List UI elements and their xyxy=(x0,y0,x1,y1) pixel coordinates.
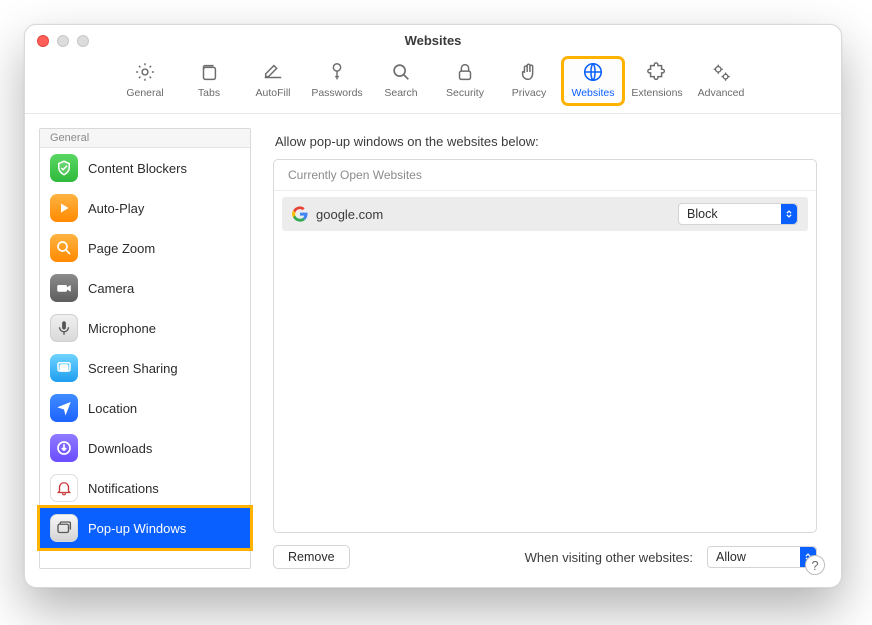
toolbar-label: Privacy xyxy=(512,87,546,99)
gear-icon xyxy=(132,61,158,83)
google-favicon-icon xyxy=(292,206,308,222)
microphone-icon xyxy=(50,314,78,342)
remove-button[interactable]: Remove xyxy=(273,545,350,569)
sidebar-item-page-zoom[interactable]: Page Zoom xyxy=(40,228,250,268)
website-domain: google.com xyxy=(316,207,383,222)
traffic-lights xyxy=(37,35,89,47)
website-row[interactable]: google.com Block xyxy=(282,197,808,231)
toolbar-security[interactable]: Security xyxy=(436,59,494,103)
default-policy-select[interactable]: Allow xyxy=(707,546,817,568)
close-window-button[interactable] xyxy=(37,35,49,47)
shield-check-icon xyxy=(50,154,78,182)
toolbar-label: Websites xyxy=(572,87,615,99)
sidebar-item-label: Location xyxy=(88,401,137,416)
sidebar-item-popup-windows[interactable]: Pop-up Windows xyxy=(40,508,250,548)
search-icon xyxy=(388,61,414,83)
toolbar-label: Advanced xyxy=(698,87,745,99)
toolbar-label: Tabs xyxy=(198,87,220,99)
sidebar-item-label: Downloads xyxy=(88,441,152,456)
toolbar-extensions[interactable]: Extensions xyxy=(628,59,686,103)
zoom-window-button[interactable] xyxy=(77,35,89,47)
toolbar-advanced[interactable]: Advanced xyxy=(692,59,750,103)
download-icon xyxy=(50,434,78,462)
zoom-icon xyxy=(50,234,78,262)
remove-button-label: Remove xyxy=(288,550,335,564)
location-icon xyxy=(50,394,78,422)
sidebar-section-header: General xyxy=(40,129,250,148)
tabs-icon xyxy=(196,61,222,83)
sidebar-item-content-blockers[interactable]: Content Blockers xyxy=(40,148,250,188)
sidebar-item-label: Pop-up Windows xyxy=(88,521,186,536)
puzzle-icon xyxy=(644,61,670,83)
camera-icon xyxy=(50,274,78,302)
screen-share-icon xyxy=(50,354,78,382)
website-cell: google.com xyxy=(292,206,678,222)
toolbar-label: Passwords xyxy=(311,87,362,99)
sidebar-item-notifications[interactable]: Notifications xyxy=(40,468,250,508)
toolbar-websites[interactable]: Websites xyxy=(564,59,622,103)
toolbar-label: General xyxy=(126,87,163,99)
pencil-icon xyxy=(260,61,286,83)
chevron-updown-icon xyxy=(781,204,797,224)
globe-icon xyxy=(580,61,606,83)
panel-heading: Allow pop-up windows on the websites bel… xyxy=(275,134,815,149)
help-button[interactable]: ? xyxy=(805,555,825,575)
sidebar-item-screen-sharing[interactable]: Screen Sharing xyxy=(40,348,250,388)
websites-listbox: Currently Open Websites google.com xyxy=(273,159,817,533)
sidebar-item-label: Page Zoom xyxy=(88,241,155,256)
sidebar-item-label: Auto-Play xyxy=(88,201,144,216)
toolbar-privacy[interactable]: Privacy xyxy=(500,59,558,103)
panel-footer: Remove When visiting other websites: All… xyxy=(273,545,817,569)
content-area: General Content Blockers Auto-Play xyxy=(25,114,841,587)
hand-icon xyxy=(516,61,542,83)
sidebar-item-label: Content Blockers xyxy=(88,161,187,176)
window-title: Websites xyxy=(25,33,841,48)
minimize-window-button[interactable] xyxy=(57,35,69,47)
toolbar-label: Search xyxy=(384,87,417,99)
sidebar-item-camera[interactable]: Camera xyxy=(40,268,250,308)
toolbar-search[interactable]: Search xyxy=(372,59,430,103)
sidebar-item-auto-play[interactable]: Auto-Play xyxy=(40,188,250,228)
toolbar-general[interactable]: General xyxy=(116,59,174,103)
sidebar-item-downloads[interactable]: Downloads xyxy=(40,428,250,468)
help-glyph: ? xyxy=(811,558,818,573)
toolbar-label: Security xyxy=(446,87,484,99)
sidebar-item-label: Microphone xyxy=(88,321,156,336)
gears-icon xyxy=(708,61,734,83)
default-policy-value: Allow xyxy=(716,550,746,564)
row-policy-value: Block xyxy=(687,207,718,221)
toolbar-tabs[interactable]: Tabs xyxy=(180,59,238,103)
key-icon xyxy=(324,61,350,83)
preferences-window: Websites General Tabs AutoFill xyxy=(24,24,842,588)
sidebar-item-label: Notifications xyxy=(88,481,159,496)
titlebar: Websites xyxy=(25,25,841,55)
lock-icon xyxy=(452,61,478,83)
toolbar-passwords[interactable]: Passwords xyxy=(308,59,366,103)
prefs-toolbar: General Tabs AutoFill Passwords xyxy=(25,55,841,114)
toolbar-label: Extensions xyxy=(631,87,682,99)
toolbar-label: AutoFill xyxy=(255,87,290,99)
sidebar: General Content Blockers Auto-Play xyxy=(39,128,251,569)
listbox-header: Currently Open Websites xyxy=(274,160,816,191)
sidebar-item-microphone[interactable]: Microphone xyxy=(40,308,250,348)
toolbar-autofill[interactable]: AutoFill xyxy=(244,59,302,103)
popup-icon xyxy=(50,514,78,542)
bell-icon xyxy=(50,474,78,502)
sidebar-item-label: Camera xyxy=(88,281,134,296)
row-policy-select[interactable]: Block xyxy=(678,203,798,225)
footer-label: When visiting other websites: xyxy=(525,550,693,565)
play-icon xyxy=(50,194,78,222)
sidebar-item-location[interactable]: Location xyxy=(40,388,250,428)
sidebar-item-label: Screen Sharing xyxy=(88,361,178,376)
settings-panel: Allow pop-up windows on the websites bel… xyxy=(273,128,817,569)
